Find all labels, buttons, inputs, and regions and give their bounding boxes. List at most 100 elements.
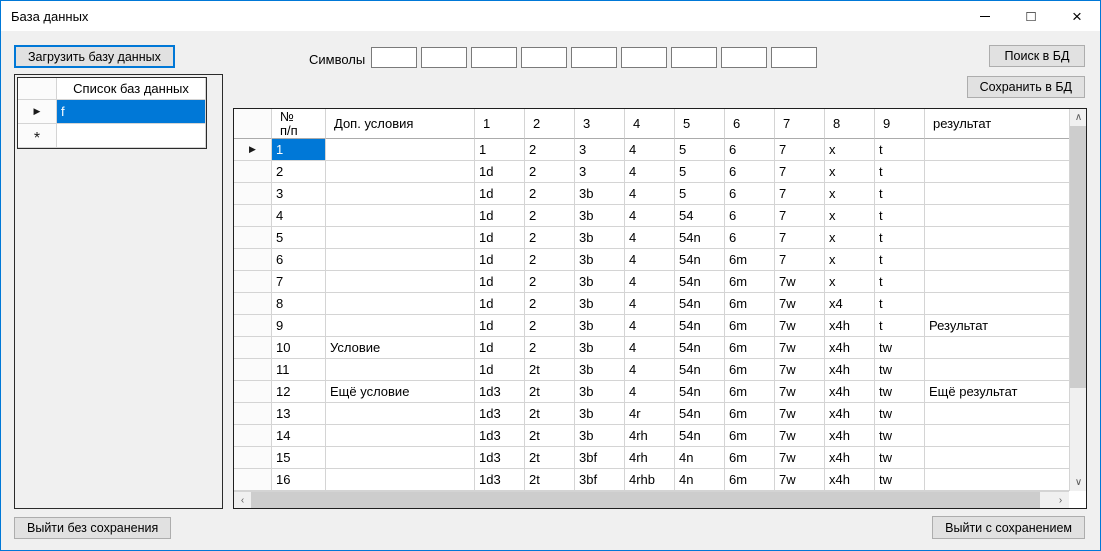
- column-header-9[interactable]: 7: [775, 109, 825, 139]
- grid-cell[interactable]: 6m: [725, 249, 775, 271]
- row-header[interactable]: [234, 315, 272, 337]
- grid-cell[interactable]: [925, 183, 1069, 205]
- grid-cell[interactable]: 3bf: [575, 469, 625, 491]
- row-header[interactable]: [234, 205, 272, 227]
- grid-cell[interactable]: t: [875, 139, 925, 161]
- grid-cell[interactable]: 4: [272, 205, 326, 227]
- grid-cell[interactable]: 54n: [675, 425, 725, 447]
- grid-cell[interactable]: 6: [272, 249, 326, 271]
- grid-cell[interactable]: 2: [525, 205, 575, 227]
- grid-cell[interactable]: 3b: [575, 293, 625, 315]
- grid-cell[interactable]: tw: [875, 359, 925, 381]
- grid-cell[interactable]: 3b: [575, 205, 625, 227]
- grid-cell[interactable]: t: [875, 315, 925, 337]
- grid-cell[interactable]: 6: [725, 227, 775, 249]
- grid-cell[interactable]: 6: [725, 205, 775, 227]
- grid-cell[interactable]: 4n: [675, 469, 725, 491]
- grid-cell[interactable]: 4rhb: [625, 469, 675, 491]
- grid-cell[interactable]: 3bf: [575, 447, 625, 469]
- symbol-input-5[interactable]: [571, 47, 617, 68]
- grid-cell[interactable]: 6m: [725, 469, 775, 491]
- row-header[interactable]: [234, 161, 272, 183]
- grid-cell[interactable]: 14: [272, 425, 326, 447]
- grid-cell[interactable]: 2: [525, 315, 575, 337]
- grid-cell[interactable]: 3: [272, 183, 326, 205]
- grid-cell[interactable]: x: [825, 249, 875, 271]
- grid-cell[interactable]: 4: [625, 359, 675, 381]
- grid-cell[interactable]: x4h: [825, 469, 875, 491]
- grid-cell[interactable]: [326, 315, 475, 337]
- grid-cell[interactable]: t: [875, 271, 925, 293]
- row-header[interactable]: [234, 227, 272, 249]
- grid-cell[interactable]: 7w: [775, 403, 825, 425]
- grid-cell[interactable]: [326, 161, 475, 183]
- grid-cell[interactable]: 7w: [775, 315, 825, 337]
- grid-cell[interactable]: t: [875, 205, 925, 227]
- grid-cell[interactable]: t: [875, 183, 925, 205]
- row-header[interactable]: [234, 403, 272, 425]
- grid-cell[interactable]: 54n: [675, 403, 725, 425]
- grid-cell[interactable]: 7: [775, 183, 825, 205]
- grid-cell[interactable]: 7: [775, 161, 825, 183]
- grid-cell[interactable]: 1d: [475, 249, 525, 271]
- grid-cell[interactable]: t: [875, 293, 925, 315]
- save-db-button[interactable]: Сохранить в БД: [966, 76, 1085, 98]
- grid-cell[interactable]: 6m: [725, 271, 775, 293]
- grid-cell[interactable]: tw: [875, 337, 925, 359]
- grid-cell[interactable]: 2: [272, 161, 326, 183]
- symbol-input-1[interactable]: [371, 47, 417, 68]
- grid-cell[interactable]: 3b: [575, 271, 625, 293]
- grid-cell[interactable]: 1d: [475, 183, 525, 205]
- grid-cell[interactable]: [925, 447, 1069, 469]
- grid-cell[interactable]: [326, 183, 475, 205]
- grid-cell[interactable]: 5: [675, 161, 725, 183]
- grid-cell[interactable]: 11: [272, 359, 326, 381]
- grid-cell[interactable]: x4h: [825, 381, 875, 403]
- row-header[interactable]: [234, 359, 272, 381]
- column-header-8[interactable]: 6: [725, 109, 775, 139]
- grid-cell[interactable]: 4: [625, 293, 675, 315]
- grid-cell[interactable]: [326, 293, 475, 315]
- grid-cell[interactable]: tw: [875, 469, 925, 491]
- db-list-cell[interactable]: [57, 124, 206, 148]
- grid-cell[interactable]: 3b: [575, 359, 625, 381]
- grid-cell[interactable]: 16: [272, 469, 326, 491]
- grid-cell[interactable]: 4: [625, 337, 675, 359]
- grid-cell[interactable]: Условие: [326, 337, 475, 359]
- grid-cell[interactable]: 2: [525, 337, 575, 359]
- grid-cell[interactable]: 3b: [575, 183, 625, 205]
- grid-cell[interactable]: [326, 249, 475, 271]
- grid-cell[interactable]: 6m: [725, 293, 775, 315]
- exit-without-save-button[interactable]: Выйти без сохранения: [14, 517, 172, 539]
- grid-cell[interactable]: 2: [525, 139, 575, 161]
- grid-cell[interactable]: x: [825, 227, 875, 249]
- grid-cell[interactable]: 3b: [575, 227, 625, 249]
- grid-cell[interactable]: [326, 227, 475, 249]
- grid-cell[interactable]: 54n: [675, 381, 725, 403]
- grid-cell[interactable]: 6m: [725, 403, 775, 425]
- grid-cell[interactable]: 1d: [475, 205, 525, 227]
- new-row-indicator[interactable]: *: [18, 124, 57, 148]
- grid-cell[interactable]: 6m: [725, 425, 775, 447]
- grid-cell[interactable]: x4h: [825, 403, 875, 425]
- scroll-left-icon[interactable]: ‹: [234, 492, 251, 509]
- grid-cell[interactable]: x4: [825, 293, 875, 315]
- grid-cell[interactable]: [925, 337, 1069, 359]
- grid-cell[interactable]: 2t: [525, 403, 575, 425]
- symbol-input-2[interactable]: [421, 47, 467, 68]
- grid-cell[interactable]: 7: [775, 139, 825, 161]
- grid-cell[interactable]: 3b: [575, 403, 625, 425]
- grid-cell[interactable]: [925, 205, 1069, 227]
- column-header-1[interactable]: № п/п: [272, 109, 326, 139]
- grid-cell[interactable]: 54n: [675, 249, 725, 271]
- grid-cell[interactable]: [925, 161, 1069, 183]
- symbol-input-7[interactable]: [671, 47, 717, 68]
- grid-cell[interactable]: 54n: [675, 359, 725, 381]
- grid-cell[interactable]: t: [875, 227, 925, 249]
- grid-cell[interactable]: 4: [625, 161, 675, 183]
- column-header-6[interactable]: 4: [625, 109, 675, 139]
- horizontal-scroll-thumb[interactable]: [251, 492, 1040, 508]
- grid-cell[interactable]: [925, 293, 1069, 315]
- horizontal-scrollbar[interactable]: ‹ ›: [234, 491, 1069, 508]
- grid-cell[interactable]: 4rh: [625, 425, 675, 447]
